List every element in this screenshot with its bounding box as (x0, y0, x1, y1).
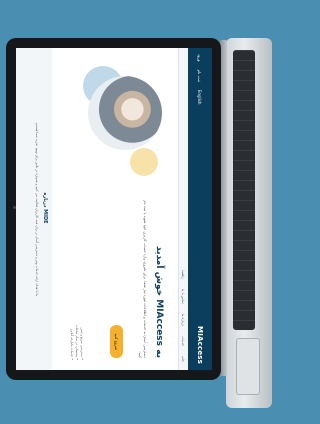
hero-text: به MIAccess خوش آمدید دسترسی آسان به خدم… (110, 198, 164, 358)
hero-title: به MIAccess خوش آمدید (154, 246, 164, 358)
hero-photo (88, 76, 162, 150)
decorative-circle-yellow (130, 148, 158, 176)
about-title: درباره MIDE (42, 192, 48, 224)
feature-list: دسترسی سریع و ایمن پشتیبانی در تمام ساعا… (69, 240, 84, 360)
screen: ورود ثبت نام English MIAccess راهنما تما… (16, 48, 212, 370)
main-nav: راهنما تماس با ما درباره ما خدمات خانه (178, 48, 188, 370)
header-link-register[interactable]: ثبت نام (198, 70, 203, 82)
feature-item: پشتیبانی در تمام ساعات (74, 240, 79, 360)
header-links: ورود ثبت نام English (198, 54, 203, 104)
trackpad (236, 338, 260, 395)
feature-item: دسترسی سریع و ایمن (79, 240, 84, 360)
top-bar: ورود ثبت نام English MIAccess (188, 48, 212, 370)
header-link-login[interactable]: ورود (198, 54, 203, 62)
nav-item-services[interactable]: خدمات (182, 336, 186, 346)
hero-body: دسترسی آسان به خدمات و اطلاعات مورد نیاز… (137, 200, 147, 358)
nav-item-home[interactable]: خانه (182, 356, 186, 362)
laptop-hinge (220, 40, 227, 376)
feature-item: خدمات یکپارچه آنلاین (69, 240, 74, 360)
header-link-language[interactable]: English (198, 90, 203, 104)
site-logo[interactable]: MIAccess (196, 326, 204, 364)
keyboard (233, 50, 255, 330)
about-section: درباره MIDE ما با هدف ارائه خدمات بهتر و… (16, 48, 52, 370)
laptop: ورود ثبت نام English MIAccess راهنما تما… (0, 0, 275, 424)
get-started-button[interactable]: شروع کنید (110, 325, 124, 358)
web-page: ورود ثبت نام English MIAccess راهنما تما… (16, 48, 212, 370)
nav-item-contact[interactable]: تماس با ما (182, 289, 186, 304)
nav-item-about[interactable]: درباره ما (182, 314, 186, 326)
about-text: ما با هدف ارائه خدمات بهتر و دسترسی آسان… (35, 121, 39, 297)
nav-item-help[interactable]: راهنما (182, 270, 186, 278)
